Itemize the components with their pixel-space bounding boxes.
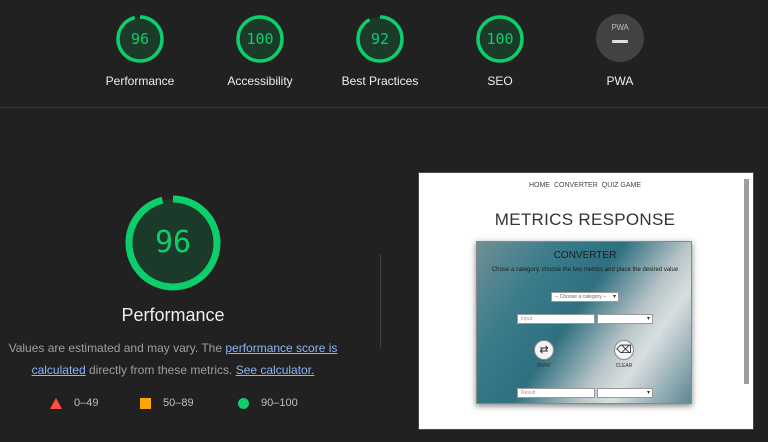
scrollbar[interactable] <box>744 179 749 384</box>
chevron-down-icon: ▾ <box>646 316 650 322</box>
pwa-badge-icon: PWA <box>596 14 644 62</box>
category-select: -- Choose a category -- ▾ <box>551 292 619 302</box>
gauge-ring: 100 <box>475 14 525 64</box>
gauge-label: SEO <box>487 74 513 88</box>
gauge-pwa[interactable]: PWA PWA <box>560 14 680 88</box>
gauge-label: PWA <box>606 74 634 88</box>
gauge-best-practices[interactable]: 92 Best Practices <box>320 14 440 88</box>
nav-item: CONVERTER <box>553 182 598 189</box>
legend-fail: 0–49 <box>50 397 98 409</box>
nav-item: QUIZ GAME <box>601 182 642 189</box>
description-text: Values are estimated and may vary. The <box>8 341 226 355</box>
card-description: Chose a category, choose the two metrics… <box>491 267 679 273</box>
category-scores: 96 Performance 100 Accessibility 92 Best… <box>0 0 768 108</box>
select-value: -- Choose a category -- <box>555 294 607 300</box>
chevron-down-icon: ▾ <box>646 390 650 396</box>
description-text: directly from these metrics. <box>85 363 236 377</box>
score-value: 96 <box>130 30 150 48</box>
result-input: Result <box>517 388 595 398</box>
triangle-icon <box>50 397 62 409</box>
performance-title: Performance <box>121 305 225 325</box>
legend-label: 90–100 <box>261 397 298 409</box>
gauge-label: Best Practices <box>341 74 419 88</box>
performance-gauge: 96 <box>124 194 222 292</box>
pwa-badge-text: PWA <box>611 23 629 32</box>
legend-average: 50–89 <box>140 397 194 409</box>
screenshot-heading: METRICS RESPONSE <box>494 210 676 229</box>
circle-icon <box>238 397 249 409</box>
see-calculator-link[interactable]: See calculator. <box>236 363 315 377</box>
score-value: 92 <box>370 30 390 48</box>
score-value: 100 <box>486 30 514 48</box>
gauge-label: Performance <box>105 74 175 88</box>
legend-pass: 90–100 <box>238 397 298 409</box>
performance-description: Values are estimated and may vary. The p… <box>0 337 346 381</box>
from-metric-select: ▾ <box>597 314 653 324</box>
gauge-accessibility[interactable]: 100 Accessibility <box>200 14 320 88</box>
gauge-ring: 100 <box>235 14 285 64</box>
final-screenshot[interactable]: HOME CONVERTER QUIZ GAME METRICS RESPONSE … <box>418 172 754 430</box>
chevron-down-icon: ▾ <box>612 294 616 300</box>
gauge-performance[interactable]: 96 Performance <box>80 14 200 88</box>
gauge-ring: 96 <box>115 14 165 64</box>
eraser-icon: ⌫ <box>614 340 634 360</box>
nav-item: HOME <box>528 182 550 189</box>
gauge-ring: 92 <box>355 14 405 64</box>
converter-card: CONVERTER Chose a category, choose the t… <box>476 241 692 404</box>
gauge-label: Accessibility <box>227 74 293 88</box>
divider <box>380 254 381 348</box>
swap-icon: ⇄ <box>534 340 554 360</box>
dash-icon <box>612 40 628 43</box>
legend-label: 50–89 <box>163 397 194 409</box>
value-input: Input <box>517 314 595 324</box>
legend-label: 0–49 <box>74 397 99 409</box>
swap-label: SWAP <box>536 363 552 369</box>
card-title: CONVERTER <box>553 250 617 261</box>
score-value: 100 <box>246 30 274 48</box>
clear-label: CLEAR <box>615 363 633 369</box>
gauge-seo[interactable]: 100 SEO <box>440 14 560 88</box>
screenshot-page: HOME CONVERTER QUIZ GAME METRICS RESPONSE … <box>424 178 746 426</box>
performance-score: 96 <box>154 225 192 260</box>
square-icon <box>140 397 151 409</box>
to-metric-select: ▾ <box>597 388 653 398</box>
screenshot-nav: HOME CONVERTER QUIZ GAME <box>424 182 746 189</box>
